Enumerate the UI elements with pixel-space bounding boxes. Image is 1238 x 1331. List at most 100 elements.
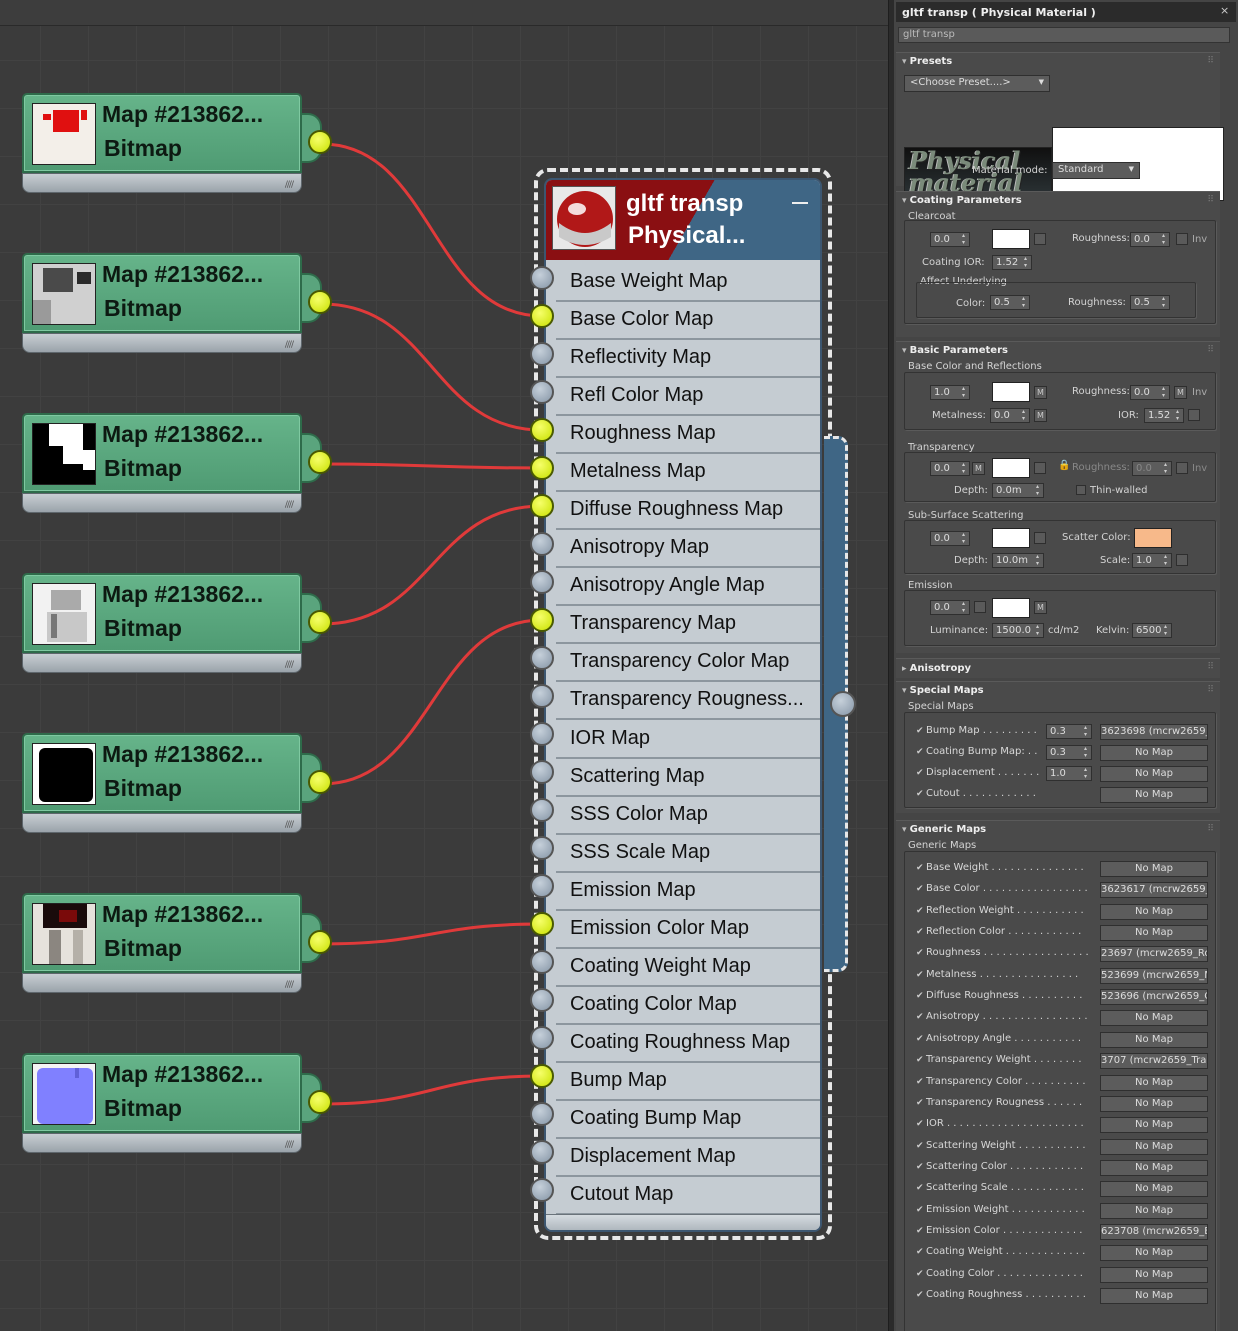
material-slot[interactable]: SSS Color Map [556, 797, 820, 835]
emission-weight-map-button[interactable] [974, 601, 986, 613]
bitmap-node-body[interactable]: Map #213862... Bitmap [22, 253, 302, 333]
resize-grip-icon[interactable]: //// [285, 340, 294, 350]
special-map-row[interactable]: ✔ Coating Bump Map: . . [916, 746, 1040, 757]
generic-map-button[interactable]: 3707 (mcrw2659_Tran [1100, 1053, 1208, 1070]
material-input-socket[interactable] [530, 1140, 554, 1164]
special-map-row[interactable]: ✔ Bump Map . . . . . . . . . [916, 725, 1040, 736]
depth-spinner[interactable]: 0.0m [992, 483, 1044, 498]
base-roughness-map-button[interactable]: M [1174, 386, 1187, 399]
material-slot[interactable]: Reflectivity Map [556, 340, 820, 378]
checkmark-icon[interactable]: ✔ [916, 927, 926, 937]
checkmark-icon[interactable]: ✔ [916, 884, 926, 894]
material-slot[interactable]: Base Color Map [556, 302, 820, 340]
checkmark-icon[interactable]: ✔ [916, 948, 926, 958]
connection-wire[interactable] [321, 922, 543, 946]
generic-map-button[interactable]: 623708 (mcrw2659_Er [1100, 1223, 1208, 1240]
bitmap-node[interactable]: Map #213862... Bitmap //// [22, 893, 332, 997]
material-input-socket[interactable] [530, 532, 554, 556]
generic-map-button[interactable]: No Map [1100, 1288, 1208, 1304]
material-slot[interactable]: Displacement Map [556, 1139, 820, 1177]
bitmap-node[interactable]: Map #213862... Bitmap //// [22, 573, 332, 677]
special-map-button[interactable]: No Map [1100, 787, 1208, 803]
special-map-amount-spinner[interactable]: 0.3 [1046, 745, 1092, 760]
checkmark-icon[interactable]: ✔ [916, 1034, 926, 1044]
material-slot[interactable]: Cutout Map [556, 1177, 820, 1215]
coating-color-swatch[interactable] [992, 229, 1030, 249]
sss-weight-spinner[interactable]: 0.0 [930, 531, 970, 546]
transparency-spinner[interactable]: 0.0 [930, 461, 970, 476]
generic-map-button[interactable]: No Map [1100, 1117, 1208, 1134]
transparency-roughness-map-button[interactable] [1176, 462, 1188, 474]
resize-grip-icon[interactable]: //// [285, 1140, 294, 1150]
resize-grip-icon[interactable]: //// [285, 980, 294, 990]
scale-map-button[interactable] [1176, 554, 1188, 566]
rollout-header-generic-maps[interactable]: Generic Maps [902, 824, 986, 835]
bitmap-output-socket[interactable] [308, 290, 332, 314]
material-slot[interactable]: Coating Color Map [556, 987, 820, 1025]
generic-map-row[interactable]: ✔ Coating Weight . . . . . . . . . . . . … [916, 1246, 1096, 1257]
generic-map-row[interactable]: ✔ Reflection Color . . . . . . . . . . . … [916, 926, 1096, 937]
generic-map-button[interactable]: No Map [1100, 1202, 1208, 1219]
material-input-socket[interactable] [530, 342, 554, 366]
coating-ior-spinner[interactable]: 1.52 [992, 255, 1032, 270]
drag-handle-icon[interactable]: ⠿ [1207, 345, 1214, 355]
node-editor-canvas[interactable]: Map #213862... Bitmap //// Map #213862... Bi… [0, 0, 888, 1331]
scatter-color-swatch[interactable] [1134, 528, 1172, 548]
checkmark-icon[interactable]: ✔ [916, 726, 926, 736]
rollout-header-coating[interactable]: Coating Parameters [902, 195, 1022, 206]
bitmap-output-socket[interactable] [308, 1090, 332, 1114]
generic-map-button[interactable]: No Map [1100, 925, 1208, 942]
coating-weight-spinner[interactable]: 0.0 [930, 232, 970, 247]
generic-map-row[interactable]: ✔ Emission Weight . . . . . . . . . . . . [916, 1204, 1096, 1215]
material-slot[interactable]: Scattering Map [556, 759, 820, 797]
checkmark-icon[interactable]: ✔ [916, 1077, 926, 1087]
drag-handle-icon[interactable]: ⠿ [1207, 824, 1214, 834]
transparency-map-button[interactable]: M [972, 462, 985, 475]
material-input-socket[interactable] [530, 836, 554, 860]
generic-map-row[interactable]: ✔ Emission Color . . . . . . . . . . . . … [916, 1225, 1096, 1236]
rollout-header-presets[interactable]: Presets [902, 56, 953, 67]
material-slot[interactable]: Transparency Rougness... [556, 682, 820, 720]
bitmap-node[interactable]: Map #213862... Bitmap //// [22, 93, 332, 197]
generic-map-row[interactable]: ✔ Metalness . . . . . . . . . . . . . . .… [916, 969, 1096, 980]
material-input-socket[interactable] [530, 684, 554, 708]
bitmap-node-body[interactable]: Map #213862... Bitmap [22, 893, 302, 973]
material-input-socket[interactable] [530, 570, 554, 594]
checkmark-icon[interactable]: ✔ [916, 1183, 926, 1193]
rollout-header-basic[interactable]: Basic Parameters [902, 345, 1008, 356]
generic-map-button[interactable]: No Map [1100, 1095, 1208, 1112]
material-slot[interactable]: Transparency Color Map [556, 644, 820, 682]
bitmap-node[interactable]: Map #213862... Bitmap //// [22, 413, 332, 517]
scale-spinner[interactable]: 1.0 [1132, 553, 1172, 568]
resize-grip-icon[interactable]: //// [285, 180, 294, 190]
material-input-socket[interactable] [530, 1102, 554, 1126]
emission-color-swatch[interactable] [992, 598, 1030, 618]
generic-map-button[interactable]: No Map [1100, 1245, 1208, 1262]
connection-wire[interactable] [321, 618, 543, 786]
bitmap-node-body[interactable]: Map #213862... Bitmap [22, 413, 302, 493]
coating-roughness-map-button[interactable] [1176, 233, 1188, 245]
material-input-socket[interactable] [530, 418, 554, 442]
checkmark-icon[interactable]: ✔ [916, 1205, 926, 1215]
coating-map-button[interactable] [1034, 233, 1046, 245]
generic-map-row[interactable]: ✔ Scattering Weight . . . . . . . . . . . [916, 1140, 1096, 1151]
transparency-roughness-spinner[interactable]: 0.0 [1132, 461, 1172, 476]
bitmap-node-body[interactable]: Map #213862... Bitmap [22, 93, 302, 173]
material-slot[interactable]: Refl Color Map [556, 378, 820, 416]
material-input-socket[interactable] [530, 646, 554, 670]
material-name-field[interactable]: gltf transp [898, 27, 1230, 43]
sss-color-map-button[interactable] [1034, 532, 1046, 544]
generic-map-row[interactable]: ✔ Diffuse Roughness . . . . . . . . . . [916, 990, 1096, 1001]
generic-map-row[interactable]: ✔ Coating Roughness . . . . . . . . . . [916, 1289, 1096, 1300]
material-node-header[interactable]: gltf transp Physical... [546, 180, 820, 260]
affect-roughness-spinner[interactable]: 0.5 [1130, 295, 1170, 310]
material-slot[interactable]: Emission Color Map [556, 911, 820, 949]
generic-map-row[interactable]: ✔ Transparency Rougness . . . . . . [916, 1097, 1096, 1108]
checkmark-icon[interactable]: ✔ [916, 970, 926, 980]
material-slot[interactable]: Diffuse Roughness Map [556, 492, 820, 530]
special-map-button[interactable]: No Map [1100, 766, 1208, 782]
material-input-socket[interactable] [530, 1026, 554, 1050]
material-slot[interactable]: Coating Bump Map [556, 1101, 820, 1139]
generic-map-row[interactable]: ✔ Scattering Scale . . . . . . . . . . . … [916, 1182, 1096, 1193]
emission-weight-spinner[interactable]: 0.0 [930, 600, 970, 615]
